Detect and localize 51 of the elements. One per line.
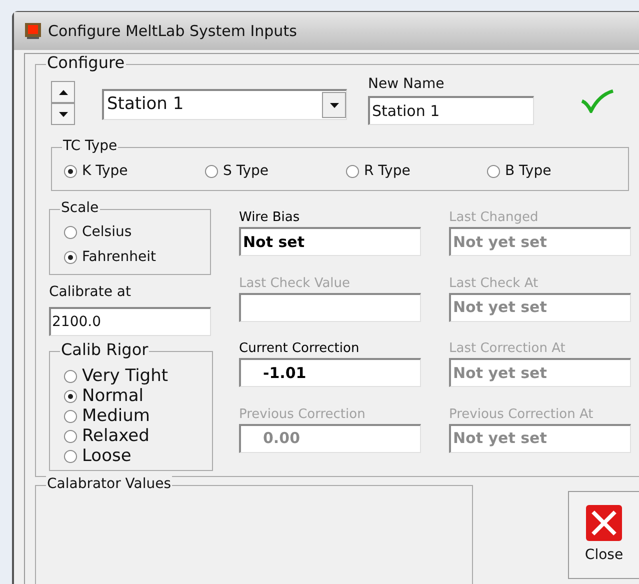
field-label: Current Correction [239, 340, 360, 357]
radio-label: K Type [82, 162, 128, 180]
radio-label: Normal [82, 386, 144, 406]
calibrate-at-label: Calibrate at [49, 284, 132, 301]
close-button[interactable]: Close [568, 491, 639, 579]
dropdown-arrow-icon [330, 102, 338, 108]
window-title: Configure MeltLab System Inputs [48, 20, 297, 42]
field-label: Last Check At [449, 274, 540, 292]
spin-down-button[interactable] [51, 103, 75, 125]
radio-label: S Type [223, 162, 268, 180]
group-title: Configure [46, 54, 126, 72]
text-field[interactable]: Not set [239, 227, 421, 256]
close-icon [586, 504, 622, 540]
new-name-label: New Name [368, 76, 446, 93]
radio-button[interactable] [64, 450, 77, 462]
radio-button[interactable] [64, 370, 77, 382]
radio-label: Medium [82, 406, 150, 426]
field-label: Last Changed [449, 209, 540, 226]
field-label: Previous Correction [239, 406, 366, 422]
radio-button[interactable] [64, 410, 77, 422]
radio-label: Relaxed [82, 426, 150, 446]
down-arrow-icon [58, 112, 68, 116]
field-label: Last Correction At [449, 340, 566, 357]
calibrate-at-field[interactable]: 2100.0 [49, 307, 211, 336]
radio-button[interactable] [64, 164, 77, 178]
radio-button[interactable] [487, 164, 500, 178]
group-title: TC Type [62, 138, 118, 154]
radio-label: Loose [82, 446, 132, 466]
checkmark-icon [581, 89, 615, 113]
radio-label: B Type [505, 162, 552, 180]
radio-button[interactable] [64, 430, 77, 442]
radio-button[interactable] [346, 164, 359, 178]
field-label: Last Check Value [239, 274, 352, 292]
radio-button[interactable] [64, 390, 77, 402]
radio-label: Fahrenheit [82, 248, 156, 266]
new-name-field[interactable]: Station 1 [368, 96, 534, 125]
text-field[interactable] [239, 292, 421, 322]
station-dropdown[interactable]: Station 1 [102, 89, 347, 120]
furnace-icon [24, 22, 42, 40]
field-label: Wire Bias [239, 209, 301, 226]
up-arrow-icon [58, 90, 68, 94]
radio-label: Celsius [82, 223, 132, 241]
group-title: Calib Rigor [60, 341, 150, 359]
radio-button[interactable] [64, 226, 77, 238]
radio-button[interactable] [205, 164, 218, 178]
field-label: Previous Correction At [449, 406, 594, 422]
spin-up-button[interactable] [51, 81, 75, 103]
text-field[interactable]: -1.01 [239, 358, 421, 387]
radio-label: Very Tight [82, 366, 168, 386]
radio-button[interactable] [64, 250, 77, 264]
radio-label: R Type [364, 162, 410, 180]
